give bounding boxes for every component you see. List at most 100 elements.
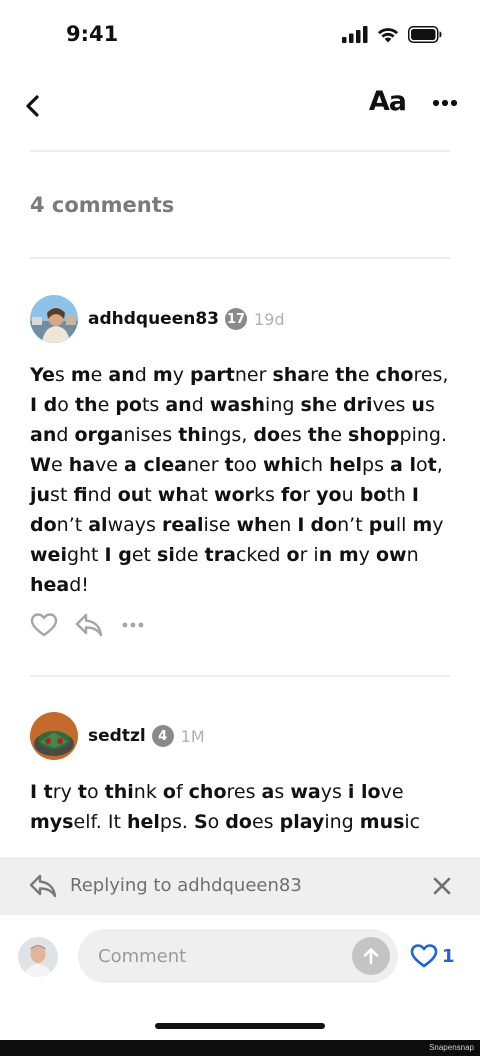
heart-icon [30, 613, 58, 637]
avatar[interactable] [30, 295, 78, 343]
comment-text-segment: y [432, 514, 444, 536]
comment-text-segment: shop [348, 424, 400, 446]
comment-text-segment: real [161, 514, 204, 536]
comment-text-segment: i lo [347, 781, 381, 803]
comment-text-segment: play [279, 811, 325, 833]
comment-text-segment: m [412, 514, 433, 536]
comment-username[interactable]: adhdqueen83 [88, 309, 219, 329]
comment-text-segment: pu [368, 514, 396, 536]
comment-text-segment: cked [235, 544, 287, 566]
comment-text-segment: a l [390, 454, 416, 476]
comment-text-segment: Ye [30, 364, 55, 386]
comment-text-segment: a [261, 781, 275, 803]
comment-text-segment: ju [30, 484, 51, 506]
comment-text-segment: n m [318, 544, 359, 566]
comment-text-segment: es [251, 811, 280, 833]
comment-text-segment: re [310, 364, 336, 386]
comment-actions [30, 612, 144, 638]
comment-text-segment: ps [362, 454, 391, 476]
comment-text-segment: , [436, 454, 443, 476]
comment-text-segment: r [302, 484, 317, 506]
comment-text-segment: mys [30, 811, 74, 833]
comment-text-segment: wash [209, 394, 266, 416]
comment-header: adhdqueen83 17 19d [30, 294, 450, 344]
comment-text-segment: a [124, 454, 144, 476]
comment-text-segment: sha [272, 364, 311, 386]
font-size-button[interactable]: Aa [369, 86, 407, 117]
back-button[interactable] [22, 92, 48, 120]
comment-text-segment: po [115, 394, 142, 416]
comment-text-segment: wa [290, 781, 321, 803]
comment-text-segment: hel [126, 811, 160, 833]
comment-text-segment: clea [143, 454, 187, 476]
back-icon [26, 95, 39, 117]
comment-text-segment: do [253, 424, 281, 446]
reply-button[interactable] [74, 612, 104, 638]
comment-text-segment: y [358, 544, 376, 566]
comment-text-segment: nd [87, 484, 118, 506]
more-icon [122, 622, 144, 628]
comment-text-segment: d! [69, 574, 89, 596]
comment-username[interactable]: sedtzl [88, 726, 146, 746]
avatar [18, 937, 58, 977]
comment-text-segment: d [56, 424, 75, 446]
comment-text-segment: an [165, 394, 192, 416]
comment-text-segment: e [97, 394, 116, 416]
wifi-icon [378, 28, 398, 43]
comment-text-segment: u [341, 484, 360, 506]
like-button[interactable] [30, 612, 58, 638]
comment-text-segment: o [86, 781, 105, 803]
comment-text-segment: ks [254, 484, 281, 506]
comment-text-segment: sh [300, 394, 326, 416]
comment-text-segment: th [335, 364, 358, 386]
comment-text-segment: d [134, 364, 153, 386]
nav-bar: Aa [0, 80, 480, 132]
comment-text-segment: t [224, 454, 234, 476]
comment-text-segment: o [415, 454, 428, 476]
status-time: 9:41 [66, 22, 119, 46]
cancel-reply-button[interactable] [432, 876, 452, 901]
comment-text-segment: th [307, 424, 331, 446]
comment-input[interactable] [98, 942, 338, 970]
comment-text-segment: res, [413, 364, 449, 386]
comment-text-segment: ght [66, 544, 105, 566]
more-options-button[interactable] [432, 94, 458, 112]
watermark: Snapensnap [429, 1043, 474, 1052]
comment-text-segment: s [54, 364, 71, 386]
comment-text-segment: tra [204, 544, 236, 566]
comment-text-segment: do [310, 514, 338, 536]
post-like-button[interactable]: 1 [410, 943, 455, 969]
send-button[interactable] [352, 937, 390, 975]
comment-text-segment: ways [107, 514, 162, 536]
comment-text-segment: m [152, 364, 173, 386]
comment-text-segment: bo [359, 484, 387, 506]
comment-text-segment: t [144, 484, 158, 506]
comment-text-segment: n’t [56, 514, 89, 536]
comment-text-segment: d [191, 394, 210, 416]
comment-text-segment: ve [95, 454, 125, 476]
comment-text-segment: mus [359, 811, 405, 833]
reply-bar: Replying to adhdqueen83 [0, 857, 480, 915]
level-badge: 4 [151, 725, 174, 747]
comment-text-segment: wh [236, 514, 268, 536]
comment-text-segment: dri [343, 394, 373, 416]
comment-more-button[interactable] [122, 622, 144, 628]
level-badge: 17 [225, 308, 248, 330]
comment-text-segment: f [175, 781, 189, 803]
close-icon [433, 877, 451, 895]
comment-text-segment: e [50, 454, 69, 476]
comment-text-segment: u [411, 394, 425, 416]
comment-text-segment: ner [186, 454, 225, 476]
comment-text-segment: part [189, 364, 235, 386]
comment-text-segment: es [280, 424, 308, 446]
status-icons [342, 25, 442, 43]
comment-text-segment: an [108, 364, 135, 386]
comment-text-segment: I g [104, 544, 132, 566]
comment-text-segment: ve [380, 781, 404, 803]
comment-text-segment: thi [178, 424, 208, 446]
comment-text-segment: t [77, 781, 87, 803]
avatar[interactable] [30, 712, 78, 760]
comment-text-segment: st [50, 484, 74, 506]
comment-text-segment: ha [68, 454, 96, 476]
comment-text-segment: al [88, 514, 108, 536]
